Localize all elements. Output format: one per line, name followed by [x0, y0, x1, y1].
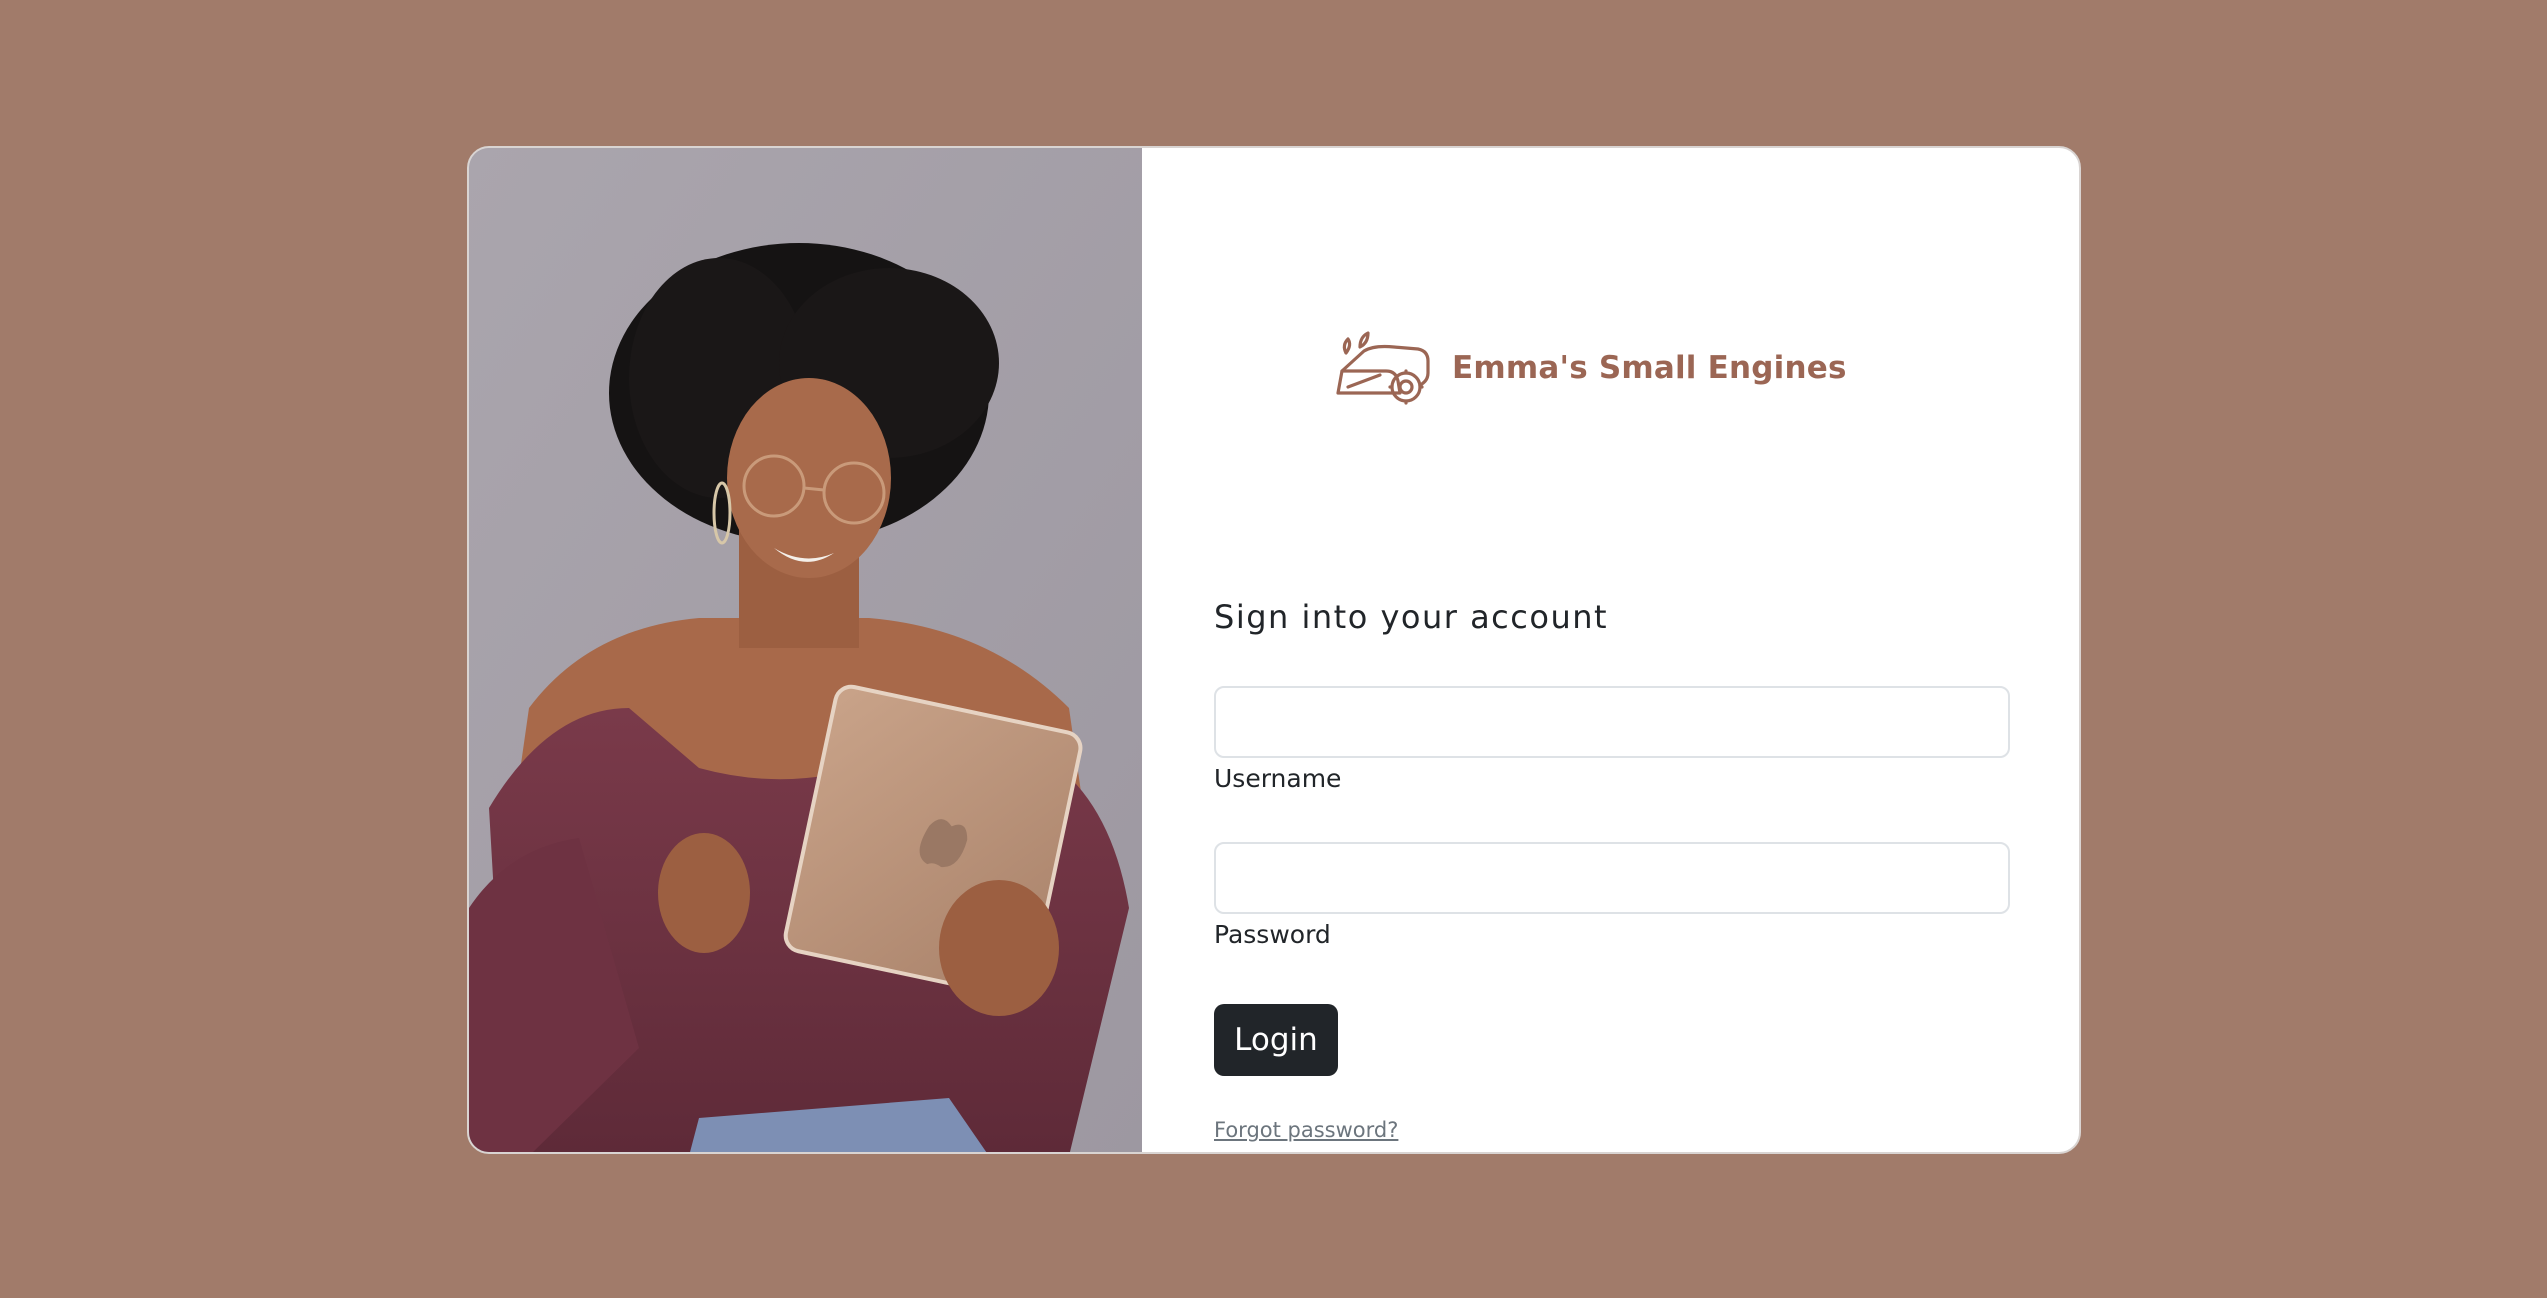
brand-logo: Emma's Small Engines	[1334, 328, 1847, 408]
robot-lawn-mower-icon	[1336, 331, 1430, 405]
username-label: Username	[1214, 764, 1342, 793]
login-button[interactable]: Login	[1214, 1004, 1338, 1076]
brand-name: Emma's Small Engines	[1452, 350, 1847, 386]
woman-with-tablet-illustration	[469, 148, 1142, 1152]
username-input[interactable]	[1214, 686, 2010, 758]
forgot-password-link[interactable]: Forgot password?	[1214, 1118, 1398, 1142]
login-form: Emma's Small Engines Sign into your acco…	[1214, 148, 2079, 1152]
password-input[interactable]	[1214, 842, 2010, 914]
hero-photo	[469, 148, 1142, 1152]
password-group: Password	[1214, 842, 2010, 949]
page-title: Sign into your account	[1214, 598, 1609, 636]
password-label: Password	[1214, 920, 1331, 949]
login-card: Emma's Small Engines Sign into your acco…	[467, 146, 2081, 1154]
username-group: Username	[1214, 686, 2010, 793]
